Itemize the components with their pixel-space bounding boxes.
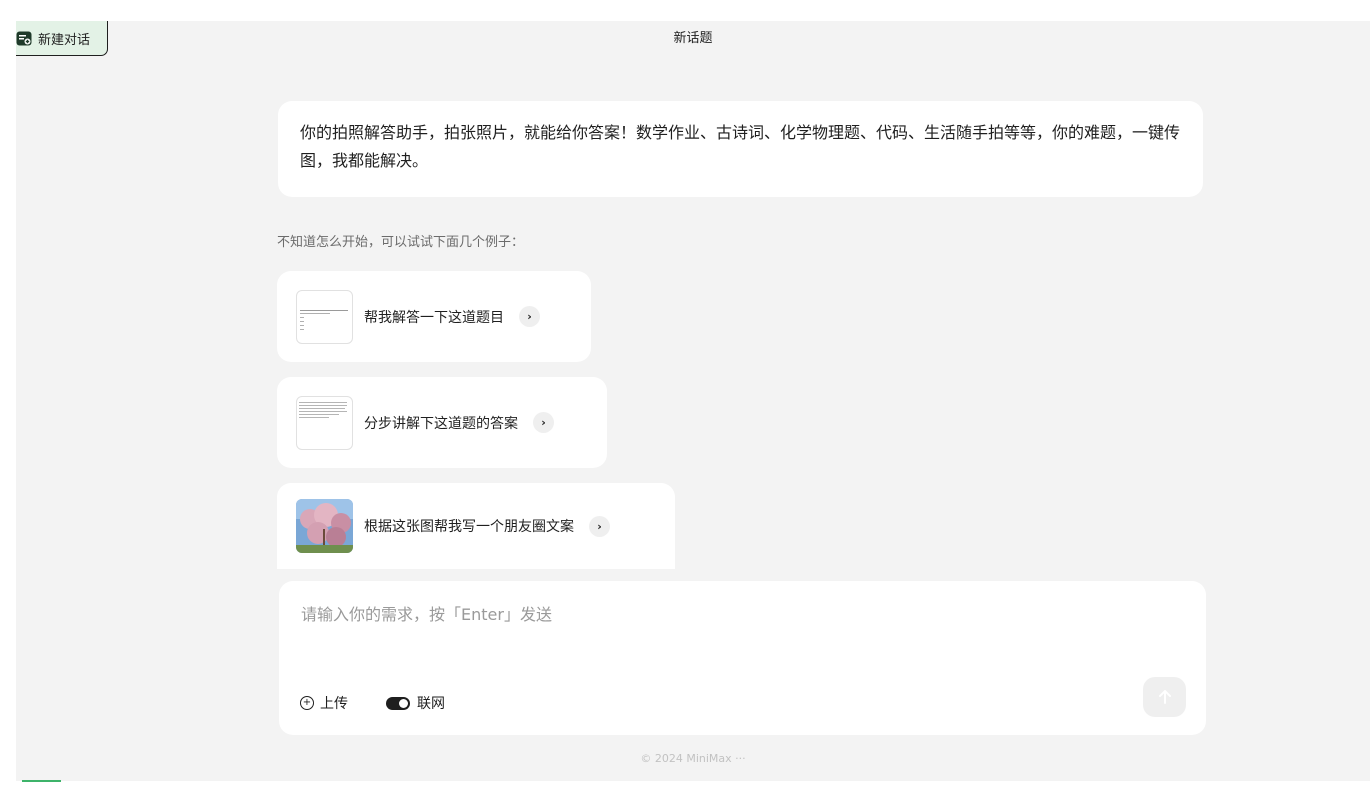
progress-indicator	[22, 780, 61, 782]
example-card-explain[interactable]: 分步讲解下这道题的答案 ›	[277, 377, 607, 468]
intro-card: 你的拍照解答助手，拍张照片，就能给你答案！数学作业、古诗词、化学物理题、代码、生…	[278, 101, 1203, 197]
upload-label: 上传	[320, 696, 348, 712]
message-input[interactable]	[299, 599, 1163, 663]
chevron-right-icon: ›	[589, 515, 610, 537]
intro-text: 你的拍照解答助手，拍张照片，就能给你答案！数学作业、古诗词、化学物理题、代码、生…	[300, 123, 1181, 170]
example-card-solve[interactable]: 帮我解答一下这道题目 ›	[277, 271, 591, 362]
document-thumbnail	[296, 289, 353, 344]
topic-title: 新话题	[673, 31, 713, 46]
toggle-switch[interactable]	[386, 696, 410, 710]
blossom-photo-thumbnail	[296, 499, 353, 553]
example-label: 根据这张图帮我写一个朋友圈文案	[364, 519, 574, 535]
document-thumbnail	[296, 395, 353, 450]
chevron-right-icon: ›	[519, 306, 540, 327]
web-search-toggle[interactable]: 联网	[386, 693, 445, 713]
web-search-label: 联网	[417, 696, 445, 712]
send-button[interactable]	[1143, 677, 1186, 717]
arrow-up-icon	[1158, 690, 1171, 704]
upload-button[interactable]: + 上传	[300, 693, 348, 713]
toggle-knob	[399, 698, 408, 708]
app-shell: 新建对话 新话题 你的拍照解答助手，拍张照片，就能给你答案！数学作业、古诗词、化…	[16, 21, 1370, 781]
examples-hint: 不知道怎么开始，可以试试下面几个例子：	[277, 235, 525, 250]
example-card-caption[interactable]: 根据这张图帮我写一个朋友圈文案 ›	[277, 483, 675, 569]
plus-circle-icon: +	[300, 696, 314, 710]
example-label: 帮我解答一下这道题目	[364, 309, 504, 326]
footer-copyright: © 2024 MiniMax ···	[640, 752, 746, 765]
example-label: 分步讲解下这道题的答案	[364, 415, 518, 432]
chevron-right-icon: ›	[533, 412, 554, 433]
composer: + 上传 联网	[279, 581, 1206, 735]
